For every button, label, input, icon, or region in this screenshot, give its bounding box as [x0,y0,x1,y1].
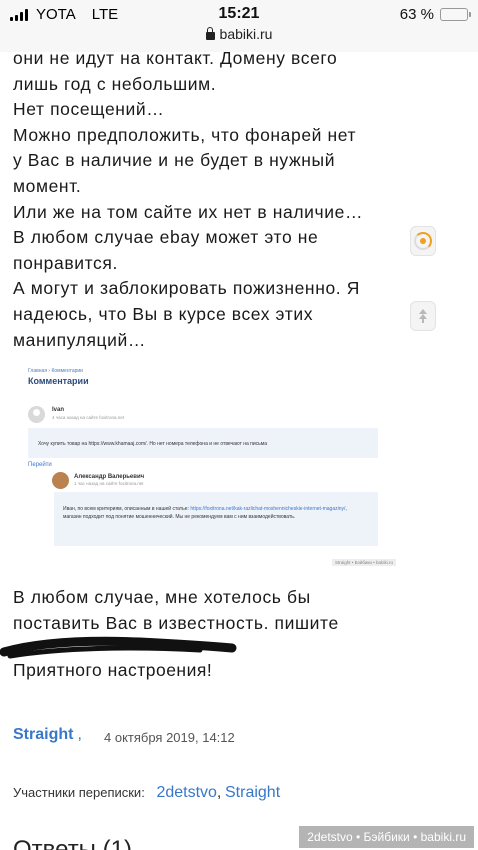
participants-label: Участники переписки: [13,785,145,800]
loading-spinner-icon [414,232,432,250]
post-date: 4 октября 2019, 14:12 [104,730,235,745]
participants: Участники переписки: 2detstvo, Straight [13,784,280,802]
message-line: они не идут на контакт. Домену всего [13,48,338,68]
avatar [28,406,45,423]
embed-reply-link: Перейти [28,462,52,468]
embed-reply-date: 1 час назад на сайте foxitrona.net [74,481,144,486]
embed-reply-text: Иван, по всем критериям, описанным в наш… [63,506,347,520]
embed-breadcrumb: Главная › Комментарии [28,368,83,374]
embed-reply-author: Александр Валерьевич [74,474,145,480]
message-line: Нет посещений… [13,99,165,120]
battery-icon [440,8,471,21]
message-line: В любом случае, мне хотелось бы [13,587,311,607]
embedded-screenshot[interactable]: Главная › Комментарии Комментарии Ivan 4… [24,362,396,568]
url-text: babiki.ru [219,26,273,42]
embed-comment-text: Хочу купить товар на https://www.khamaaj… [38,441,267,447]
lock-icon [205,27,215,40]
participants-separator: , [216,784,222,801]
message-line: В любом случае ebay может это не [13,227,319,248]
message-line: у Вас в наличие и не будет в нужный [13,150,336,171]
scroll-arrows-icon [419,309,427,323]
replies-heading: Ответы (1) [13,836,132,850]
message-line: Можно предположить, что фонарей нет [13,124,357,145]
message-line: надеюсь, что Вы в курсе всех этих [13,303,314,324]
participant-link[interactable]: Straight [225,784,280,801]
message-line: момент. [13,175,82,196]
url-bar[interactable]: babiki.ru [0,26,478,42]
embed-comment-author: Ivan [52,407,65,413]
message-body: они не идут на контакт. Домену всего лиш… [13,46,403,353]
closing-line: Приятного настроения! [13,660,213,680]
status-bar: YOTA LTE 15:21 63 % babiki.ru [0,0,478,52]
embed-watermark: Straight • Бэйбики • babiki.ru [331,559,396,566]
message-line: понравится. [13,252,118,273]
message-line: лишь год с небольшим. [13,73,217,94]
status-right: 63 % [399,6,471,23]
redaction-scribble [0,636,237,659]
scroll-button[interactable] [410,301,436,331]
post-author[interactable]: Straight, [13,726,82,744]
author-separator: , [77,726,82,743]
participant-link[interactable]: 2detstvo [156,784,216,801]
embed-title: Комментарии [28,376,89,386]
embed-comment-date: 4 часа назад на сайте foxitrona.net [52,415,125,420]
message-line: манипуляций… [13,329,147,350]
battery-percent: 63 % [399,6,434,23]
loader-button[interactable] [410,226,436,256]
author-link[interactable]: Straight [13,726,73,743]
embed-article-link: https://foxitrona.net/kak-razlichat-mosh… [190,506,346,512]
message-line: Или же на том сайте их нет в наличие… [13,201,364,222]
message-line: А могут и заблокировать пожизненно. Я [13,278,360,299]
avatar [52,472,69,489]
site-watermark: 2detstvo • Бэйбики • babiki.ru [299,826,474,848]
